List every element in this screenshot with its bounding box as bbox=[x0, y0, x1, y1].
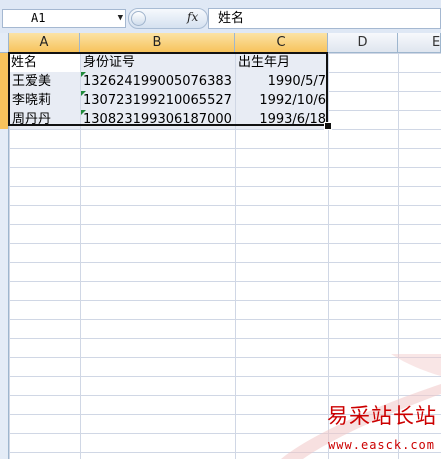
row-header-2[interactable] bbox=[0, 72, 8, 91]
number-as-text-indicator-icon bbox=[81, 91, 86, 96]
cell-a2[interactable]: 王爱美 bbox=[10, 72, 80, 91]
watermark-title: 易采站长站 bbox=[327, 404, 437, 428]
column-header-d[interactable]: D bbox=[328, 33, 398, 53]
formula-input[interactable]: 姓名 bbox=[208, 8, 441, 29]
cell-a3[interactable]: 李晓莉 bbox=[10, 91, 80, 110]
number-as-text-indicator-icon bbox=[81, 72, 86, 77]
cell-b4[interactable]: 130823199306187000 bbox=[81, 110, 235, 129]
cell-c4[interactable]: 1993/6/18 bbox=[236, 110, 328, 129]
fill-handle[interactable] bbox=[324, 122, 332, 130]
name-box-value: A1 bbox=[31, 11, 46, 25]
watermark: 易采站长站 www.easck.com bbox=[241, 354, 441, 459]
row-header-3[interactable] bbox=[0, 91, 8, 110]
cell-c2[interactable]: 1990/5/7 bbox=[236, 72, 328, 91]
row-header-4[interactable] bbox=[0, 110, 8, 129]
watermark-url: www.easck.com bbox=[328, 438, 435, 452]
column-header-e[interactable]: E bbox=[398, 33, 441, 53]
cell-a4[interactable]: 周丹丹 bbox=[10, 110, 80, 129]
column-header-c[interactable]: C bbox=[235, 33, 328, 53]
cell-b2[interactable]: 132624199005076383 bbox=[81, 72, 235, 91]
cell-c1[interactable]: 出生年月 bbox=[236, 53, 328, 72]
cell-a1[interactable]: 姓名 bbox=[9, 53, 80, 72]
cell-b2-value: 132624199005076383 bbox=[83, 74, 232, 89]
cell-c3[interactable]: 1992/10/6 bbox=[236, 91, 328, 110]
cell-b1[interactable]: 身份证号 bbox=[81, 53, 235, 72]
column-header-b[interactable]: B bbox=[80, 33, 235, 53]
expand-circle-icon[interactable] bbox=[131, 11, 146, 26]
row-header-strip[interactable] bbox=[0, 53, 9, 459]
select-all-corner[interactable] bbox=[0, 33, 9, 53]
chevron-down-icon[interactable]: ▼ bbox=[118, 10, 123, 27]
formula-tools: fx bbox=[128, 8, 208, 29]
insert-function-button[interactable]: fx bbox=[187, 10, 198, 24]
number-as-text-indicator-icon bbox=[81, 110, 86, 115]
formula-bar: A1 ▼ fx 姓名 bbox=[0, 0, 441, 34]
cell-b4-value: 130823199306187000 bbox=[83, 112, 232, 127]
column-header-a[interactable]: A bbox=[9, 33, 80, 53]
cell-b3[interactable]: 130723199210065527 bbox=[81, 91, 235, 110]
cell-b3-value: 130723199210065527 bbox=[83, 93, 232, 108]
row-header-1[interactable] bbox=[0, 53, 8, 72]
name-box[interactable]: A1 ▼ bbox=[2, 9, 126, 28]
